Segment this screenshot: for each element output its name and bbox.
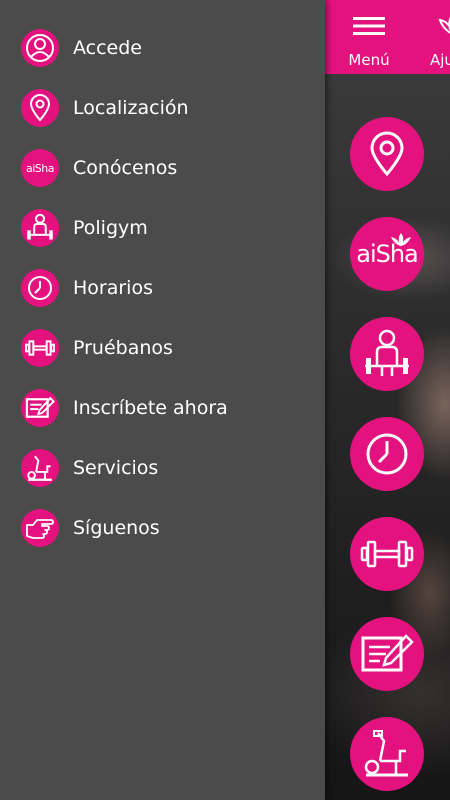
navigation-drawer: Accede Localización aiSha Conócenos Poli	[0, 0, 325, 800]
poligym-shortcut-button[interactable]	[350, 317, 424, 391]
dumbbell-icon	[360, 540, 414, 568]
drawer-item-poligym[interactable]: Poligym	[0, 203, 325, 253]
pointing-hand-icon	[21, 509, 59, 547]
location-pin-icon	[370, 131, 404, 177]
signup-form-icon	[361, 634, 414, 672]
drawer-item-conocenos[interactable]: aiSha Conócenos	[0, 143, 325, 193]
lotus-icon	[438, 16, 450, 34]
signup-shortcut-button[interactable]	[350, 617, 424, 691]
lotus-mini-icon	[391, 233, 412, 246]
weightlifter-icon	[21, 209, 59, 247]
about-shortcut-button[interactable]: aiSha	[350, 217, 424, 291]
user-icon	[21, 29, 59, 67]
aisha-logo-icon: aiSha	[21, 149, 59, 187]
drawer-item-inscribete[interactable]: Inscríbete ahora	[0, 383, 325, 433]
hamburger-icon	[353, 17, 385, 35]
adjust-button[interactable]: Aju	[400, 10, 450, 70]
dumbbell-icon	[21, 329, 59, 367]
drawer-item-label: Síguenos	[73, 517, 160, 539]
location-pin-icon	[21, 89, 59, 127]
drawer-item-label: Horarios	[73, 277, 153, 299]
location-shortcut-button[interactable]	[350, 117, 424, 191]
drawer-item-label: Localización	[73, 97, 189, 119]
drawer-item-label: Poligym	[73, 217, 148, 239]
menu-button[interactable]: Menú	[329, 10, 409, 70]
drawer-item-label: Conócenos	[73, 157, 178, 179]
clock-icon	[366, 433, 408, 475]
drawer-item-siguenos[interactable]: Síguenos	[0, 503, 325, 553]
trial-shortcut-button[interactable]	[350, 517, 424, 591]
aisha-logo-text: aiSha	[26, 161, 55, 175]
drawer-item-label: Inscríbete ahora	[73, 397, 228, 419]
drawer-item-label: Accede	[73, 37, 142, 59]
weightlifter-icon	[365, 329, 409, 376]
drawer-item-pruebanos[interactable]: Pruébanos	[0, 323, 325, 373]
signup-form-icon	[21, 389, 59, 427]
adjust-label: Aju	[430, 51, 450, 69]
drawer-item-servicios[interactable]: Servicios	[0, 443, 325, 493]
drawer-item-localizacion[interactable]: Localización	[0, 83, 325, 133]
schedule-shortcut-button[interactable]	[350, 417, 424, 491]
exercise-bike-icon	[364, 730, 408, 777]
exercise-bike-icon	[21, 449, 59, 487]
drawer-item-label: Servicios	[73, 457, 159, 479]
drawer-item-label: Pruébanos	[73, 337, 173, 359]
clock-icon	[21, 269, 59, 307]
drawer-item-accede[interactable]: Accede	[0, 23, 325, 73]
drawer-item-horarios[interactable]: Horarios	[0, 263, 325, 313]
menu-label: Menú	[348, 51, 390, 69]
aisha-logo-icon: aiSha	[356, 233, 419, 268]
services-shortcut-button[interactable]	[350, 717, 424, 791]
